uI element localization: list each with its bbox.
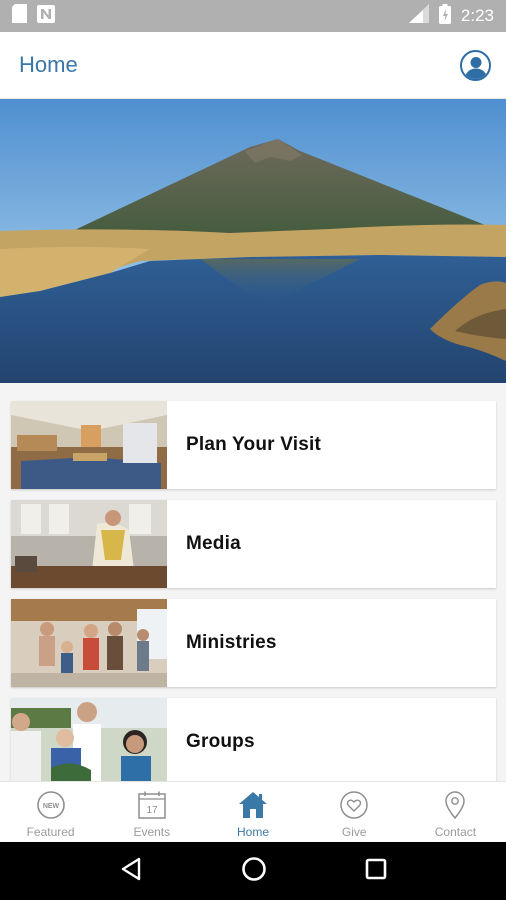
list-item-media[interactable]: Media (11, 500, 496, 588)
heart-icon (337, 788, 371, 822)
list-item-ministries[interactable]: Ministries (11, 599, 496, 687)
svg-text:NEW: NEW (42, 803, 59, 810)
signal-icon (408, 4, 429, 28)
page-title: Home (19, 52, 78, 77)
n-notification-icon (37, 4, 55, 28)
location-pin-icon (438, 788, 472, 822)
media-thumbnail (11, 500, 167, 588)
nav-tab-featured[interactable]: NEW Featured (0, 782, 101, 842)
content-list: Plan Your Visit Media Ministries Groups (0, 383, 506, 781)
list-item-plan-your-visit[interactable]: Plan Your Visit (11, 401, 496, 489)
system-navigation-bar (0, 842, 506, 900)
bottom-navigation: NEW Featured 17 Events Home Give Contact (0, 781, 506, 842)
ministries-thumbnail (11, 599, 167, 687)
list-item-label: Media (186, 533, 241, 554)
back-icon[interactable] (119, 857, 143, 886)
nav-label: Home (237, 825, 270, 839)
battery-icon (438, 3, 451, 29)
hero-image (0, 99, 506, 383)
list-item-groups[interactable]: Groups (11, 698, 496, 781)
clock-time: 2:23 (460, 6, 494, 25)
user-avatar-icon (464, 56, 487, 79)
nav-tab-events[interactable]: 17 Events (101, 782, 202, 842)
list-item-label: Ministries (186, 632, 277, 653)
plan-your-visit-thumbnail (11, 401, 167, 489)
nav-tab-give[interactable]: Give (304, 782, 405, 842)
nav-label: Give (341, 825, 367, 839)
calendar-icon: 17 (135, 788, 169, 822)
app-bar: Home (0, 32, 506, 99)
nav-tab-contact[interactable]: Contact (405, 782, 506, 842)
home-icon (236, 788, 270, 822)
sd-card-icon (12, 4, 27, 28)
new-badge-icon: NEW (34, 788, 68, 822)
groups-thumbnail (11, 698, 167, 781)
svg-text:17: 17 (146, 805, 158, 816)
status-bar: 2:23 (0, 0, 506, 32)
home-circle-icon[interactable] (241, 856, 267, 887)
list-item-label: Plan Your Visit (186, 434, 321, 455)
nav-tab-home[interactable]: Home (202, 782, 303, 842)
nav-label: Featured (26, 825, 75, 839)
profile-button[interactable] (460, 49, 491, 81)
list-item-label: Groups (186, 731, 255, 752)
recents-icon[interactable] (365, 858, 387, 885)
nav-label: Contact (434, 825, 477, 839)
nav-label: Events (133, 825, 171, 839)
